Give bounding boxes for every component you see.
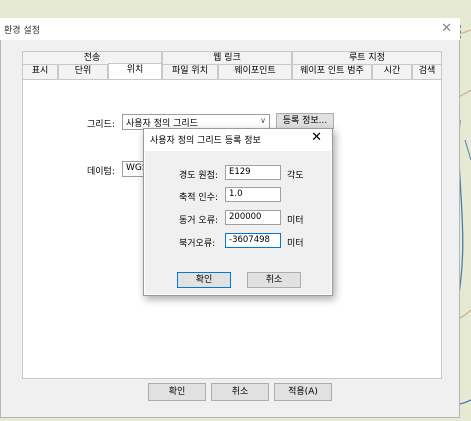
- easting-unit: 미터: [287, 216, 304, 226]
- tab-waypoint-categories[interactable]: 웨이포 인트 범주: [292, 64, 372, 79]
- tab-location[interactable]: 위치: [108, 63, 162, 80]
- dialog-cancel-button[interactable]: 취소: [247, 272, 301, 288]
- grid-properties-button[interactable]: 등록 정보...: [276, 113, 334, 129]
- tab-waypoints[interactable]: 웨이포인트: [218, 64, 292, 79]
- tab-file-location[interactable]: 파일 위치: [162, 64, 218, 79]
- chevron-down-icon: ∨: [260, 116, 266, 125]
- dialog-body: 경도 원점: E129 각도 축적 인수: 1.0 동거 오류: 200000 …: [145, 151, 331, 294]
- dialog-ok-button[interactable]: 확인: [177, 272, 231, 288]
- scale-factor-label: 축적 인수:: [179, 193, 219, 203]
- longitude-unit: 각도: [287, 171, 304, 181]
- datum-label: 데이텀:: [87, 167, 115, 177]
- tab-time[interactable]: 시간: [372, 64, 412, 79]
- close-icon[interactable]: ✕: [441, 21, 452, 36]
- tab-search[interactable]: 검색: [412, 64, 442, 79]
- northing-unit: 미터: [287, 239, 304, 249]
- longitude-origin-label: 경도 원점:: [179, 171, 219, 181]
- dialog-title: 사용자 정의 그리드 등록 정보: [150, 136, 261, 146]
- custom-grid-dialog: 사용자 정의 그리드 등록 정보 ✕ 경도 원점: E129 각도 축적 인수:…: [143, 128, 333, 296]
- longitude-origin-input[interactable]: E129: [225, 165, 281, 180]
- tab-units[interactable]: 단위: [58, 64, 108, 79]
- false-easting-input[interactable]: 200000: [225, 210, 281, 225]
- ok-button[interactable]: 확인: [148, 383, 206, 401]
- close-icon[interactable]: ✕: [311, 130, 322, 145]
- grid-label: 그리드:: [87, 120, 115, 130]
- false-northing-label: 북거오류:: [179, 239, 216, 249]
- tab-display[interactable]: 표시: [22, 64, 58, 79]
- apply-button[interactable]: 적용(A): [274, 383, 332, 401]
- title-bar: 환경 설정 ✕: [0, 18, 460, 40]
- window-title: 환경 설정: [4, 26, 40, 36]
- cancel-button[interactable]: 취소: [211, 383, 269, 401]
- false-northing-input[interactable]: -3607498: [225, 233, 281, 248]
- false-easting-label: 동거 오류:: [179, 216, 219, 226]
- tab-row-bottom: 표시 단위 위치 파일 위치 웨이포인트 웨이포 인트 범주 시간 검색: [22, 63, 442, 80]
- scale-factor-input[interactable]: 1.0: [225, 187, 281, 202]
